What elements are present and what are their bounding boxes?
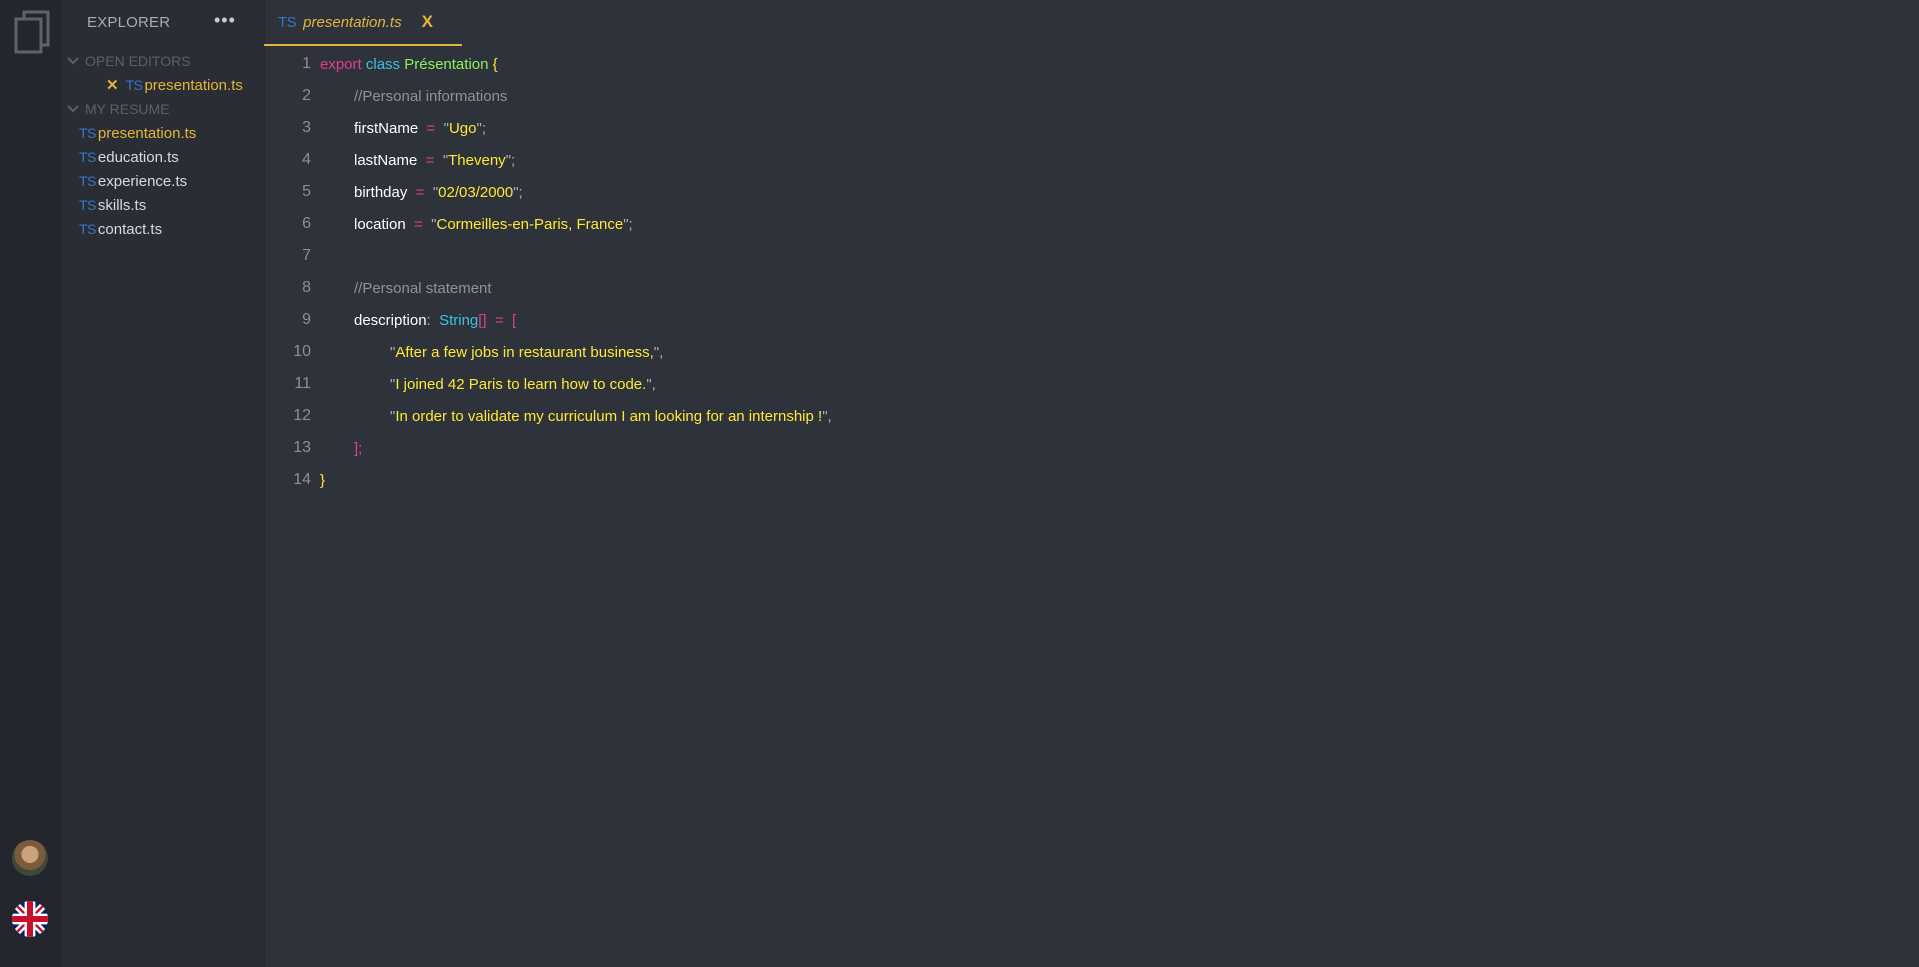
line-number: 5 bbox=[302, 183, 311, 200]
file-item-presentation[interactable]: TS presentation.ts bbox=[79, 122, 196, 144]
close-bracket: ]; bbox=[354, 439, 363, 457]
line-number: 9 bbox=[302, 311, 311, 328]
type-name: String bbox=[439, 311, 479, 329]
tab-label: presentation.ts bbox=[303, 13, 402, 31]
file-name: skills.ts bbox=[97, 196, 147, 214]
operator: = bbox=[425, 151, 435, 169]
code-line: 6 location = " Cormeilles-en-Paris, France… bbox=[264, 208, 633, 240]
operator: = bbox=[426, 119, 436, 137]
ts-file-icon: TS bbox=[79, 173, 96, 189]
file-item-contact[interactable]: TS contact.ts bbox=[79, 218, 162, 240]
file-name: presentation.ts bbox=[144, 76, 243, 94]
keyword-class: class bbox=[365, 55, 401, 73]
file-name: presentation.ts bbox=[97, 124, 197, 142]
more-actions-button[interactable]: ••• bbox=[214, 10, 236, 31]
code-line: 10 " After a few jobs in restaurant busine… bbox=[264, 336, 663, 368]
code-line: 5 birthday = " 02/03/2000 "; bbox=[264, 176, 523, 208]
ts-file-icon: TS bbox=[79, 125, 96, 141]
my-resume-section[interactable]: MY RESUME bbox=[62, 99, 264, 119]
code-line: 2 //Personal informations bbox=[264, 80, 507, 112]
open-bracket: [ bbox=[512, 311, 517, 329]
operator: = bbox=[415, 183, 425, 201]
comment: //Personal informations bbox=[354, 87, 508, 105]
explorer-sidebar: EXPLORER ••• OPEN EDITORS ✕ TS presentat… bbox=[62, 0, 265, 967]
tab-presentation[interactable]: TS presentation.ts X bbox=[264, 0, 462, 46]
line-number: 14 bbox=[293, 471, 311, 488]
property-name: description bbox=[354, 311, 427, 329]
property-name: location bbox=[354, 215, 406, 233]
line-number: 2 bbox=[302, 87, 311, 104]
code-line: 12 " In order to validate my curriculum I … bbox=[264, 400, 831, 432]
line-number: 3 bbox=[302, 119, 311, 136]
file-item-education[interactable]: TS education.ts bbox=[79, 146, 179, 168]
class-name: Présentation bbox=[404, 55, 489, 73]
array-brackets: [] bbox=[478, 311, 487, 329]
close-icon[interactable]: ✕ bbox=[106, 76, 119, 94]
line-number: 4 bbox=[302, 151, 311, 168]
string-value: After a few jobs in restaurant business, bbox=[395, 343, 654, 361]
ts-file-icon: TS bbox=[79, 197, 96, 213]
explorer-title: EXPLORER bbox=[87, 14, 171, 31]
string-value: 02/03/2000 bbox=[438, 183, 514, 201]
close-icon[interactable]: X bbox=[422, 12, 433, 32]
open-editors-section[interactable]: OPEN EDITORS bbox=[62, 51, 264, 71]
file-name: education.ts bbox=[97, 148, 179, 166]
line-number: 7 bbox=[302, 247, 311, 264]
code-line: 14} bbox=[264, 464, 325, 496]
uk-flag-icon[interactable] bbox=[12, 901, 48, 937]
my-resume-label: MY RESUME bbox=[85, 101, 170, 117]
code-line: 4 lastName = " Theveny "; bbox=[264, 144, 515, 176]
string-value: Theveny bbox=[448, 151, 506, 169]
open-editor-item[interactable]: ✕ TS presentation.ts bbox=[106, 74, 243, 96]
code-line: 9 description: String[] = [ bbox=[264, 304, 516, 336]
property-name: firstName bbox=[354, 119, 419, 137]
ts-file-icon: TS bbox=[79, 149, 96, 165]
line-number: 10 bbox=[293, 343, 311, 360]
close-brace: } bbox=[320, 471, 326, 489]
code-line: 11 " I joined 42 Paris to learn how to cod… bbox=[264, 368, 655, 400]
chevron-down-icon bbox=[67, 57, 79, 65]
file-item-experience[interactable]: TS experience.ts bbox=[79, 170, 187, 192]
line-number: 6 bbox=[302, 215, 311, 232]
line-number: 1 bbox=[302, 55, 311, 72]
code-line: 8 //Personal statement bbox=[264, 272, 492, 304]
operator: = bbox=[494, 311, 504, 329]
string-value: I joined 42 Paris to learn how to code. bbox=[395, 375, 647, 393]
string-value: Ugo bbox=[448, 119, 477, 137]
open-editors-label: OPEN EDITORS bbox=[85, 53, 191, 69]
property-name: birthday bbox=[354, 183, 408, 201]
file-name: contact.ts bbox=[97, 220, 163, 238]
code-line: 7 bbox=[264, 240, 320, 272]
ts-file-icon: TS bbox=[79, 221, 96, 237]
comment: //Personal statement bbox=[354, 279, 492, 297]
string-value: Cormeilles-en-Paris, France bbox=[436, 215, 624, 233]
open-brace: { bbox=[492, 55, 498, 73]
string-value: In order to validate my curriculum I am … bbox=[395, 407, 823, 425]
file-item-skills[interactable]: TS skills.ts bbox=[79, 194, 146, 216]
ts-file-icon: TS bbox=[125, 77, 143, 93]
operator: = bbox=[414, 215, 423, 233]
code-line: 3 firstName = " Ugo "; bbox=[264, 112, 486, 144]
chevron-down-icon bbox=[67, 105, 79, 113]
file-name: experience.ts bbox=[97, 172, 188, 190]
line-number: 11 bbox=[294, 375, 311, 392]
line-number: 12 bbox=[293, 407, 311, 424]
property-name: lastName bbox=[354, 151, 418, 169]
code-line: 13]; bbox=[264, 432, 362, 464]
line-number: 8 bbox=[302, 279, 311, 296]
code-line: 1 export class Présentation { bbox=[264, 48, 498, 80]
files-icon[interactable] bbox=[14, 10, 50, 54]
avatar[interactable] bbox=[12, 840, 48, 876]
ts-file-icon: TS bbox=[278, 13, 297, 31]
activity-bar bbox=[0, 0, 62, 967]
keyword-export: export bbox=[320, 55, 362, 73]
line-number: 13 bbox=[293, 439, 311, 456]
